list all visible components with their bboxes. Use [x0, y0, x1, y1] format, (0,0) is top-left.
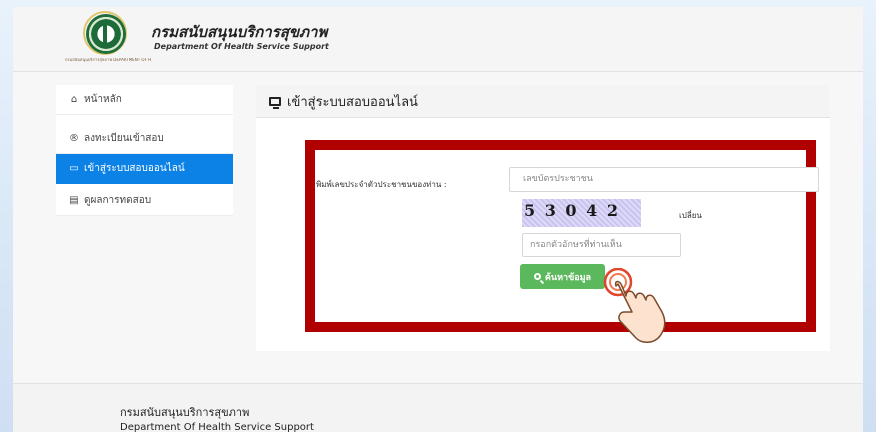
footer-line-thai: กรมสนับสนุนบริการสุขภาพ — [120, 406, 250, 419]
sidebar-item-label: หน้าหลัก — [84, 94, 122, 105]
search-button-label: ค้นหาข้อมูล — [544, 272, 592, 283]
captcha-text: 5 3 0 4 2 — [524, 201, 620, 220]
sidebar-item-label: เข้าสู่ระบบสอบออนไลน์ — [84, 163, 185, 174]
web-page: กรมสนับสนุนบริการสุขภาพ DEPARTMENT OF HE… — [13, 7, 863, 432]
sidebar-item-register[interactable]: ® ลงทะเบียนเข้าสอบ — [56, 124, 233, 154]
site-title-thai: กรมสนับสนุนบริการสุขภาพ — [151, 23, 328, 41]
captcha-input[interactable]: กรอกตัวอักษรที่ท่านเห็น — [522, 233, 681, 257]
sidebar-item-online-exam[interactable]: ▭ เข้าสู่ระบบสอบออนไลน์ — [56, 154, 233, 184]
sidebar-menu: ⌂ หน้าหลัก ® ลงทะเบียนเข้าสอบ ▭ เข้าสู่ร… — [56, 85, 233, 216]
footer-line-english: Department Of Health Service Support — [120, 422, 314, 432]
id-number-label: พิมพ์เลขประจำตัวประชาชนของท่าน : — [316, 180, 447, 189]
panel-header: เข้าสู่ระบบสอบออนไลน์ — [256, 85, 830, 118]
logo-caption: กรมสนับสนุนบริการสุขภาพ DEPARTMENT OF HE… — [65, 58, 151, 62]
search-icon — [533, 273, 541, 280]
sidebar-item-home[interactable]: ⌂ หน้าหลัก — [56, 85, 233, 115]
search-button[interactable]: ค้นหาข้อมูล — [520, 264, 605, 289]
site-footer: กรมสนับสนุนบริการสุขภาพ Department Of He… — [13, 383, 863, 432]
pointer-hand-icon — [603, 268, 666, 343]
captcha-refresh-link[interactable]: เปลี่ยน — [679, 209, 702, 222]
site-header: กรมสนับสนุนบริการสุขภาพ DEPARTMENT OF HE… — [13, 7, 863, 72]
panel-title: เข้าสู่ระบบสอบออนไลน์ — [287, 94, 418, 110]
registered-icon: ® — [69, 133, 79, 144]
logo-cross — [103, 24, 107, 44]
monitor-icon: ▭ — [69, 163, 79, 174]
sidebar-item-label: ดูผลการทดสอบ — [84, 195, 152, 206]
home-icon: ⌂ — [70, 94, 78, 105]
monitor-icon — [269, 96, 281, 109]
id-number-input[interactable]: เลขบัตรประชาชน — [509, 167, 819, 192]
captcha-image: 5 3 0 4 2 — [522, 199, 641, 227]
department-logo[interactable]: กรมสนับสนุนบริการสุขภาพ DEPARTMENT OF HE… — [65, 11, 151, 66]
sidebar-item-label: ลงทะเบียนเข้าสอบ — [84, 133, 164, 144]
site-title-english: Department Of Health Service Support — [154, 42, 329, 51]
sidebar-item-results[interactable]: ▤ ดูผลการทดสอบ — [56, 186, 233, 216]
list-icon: ▤ — [69, 195, 79, 206]
